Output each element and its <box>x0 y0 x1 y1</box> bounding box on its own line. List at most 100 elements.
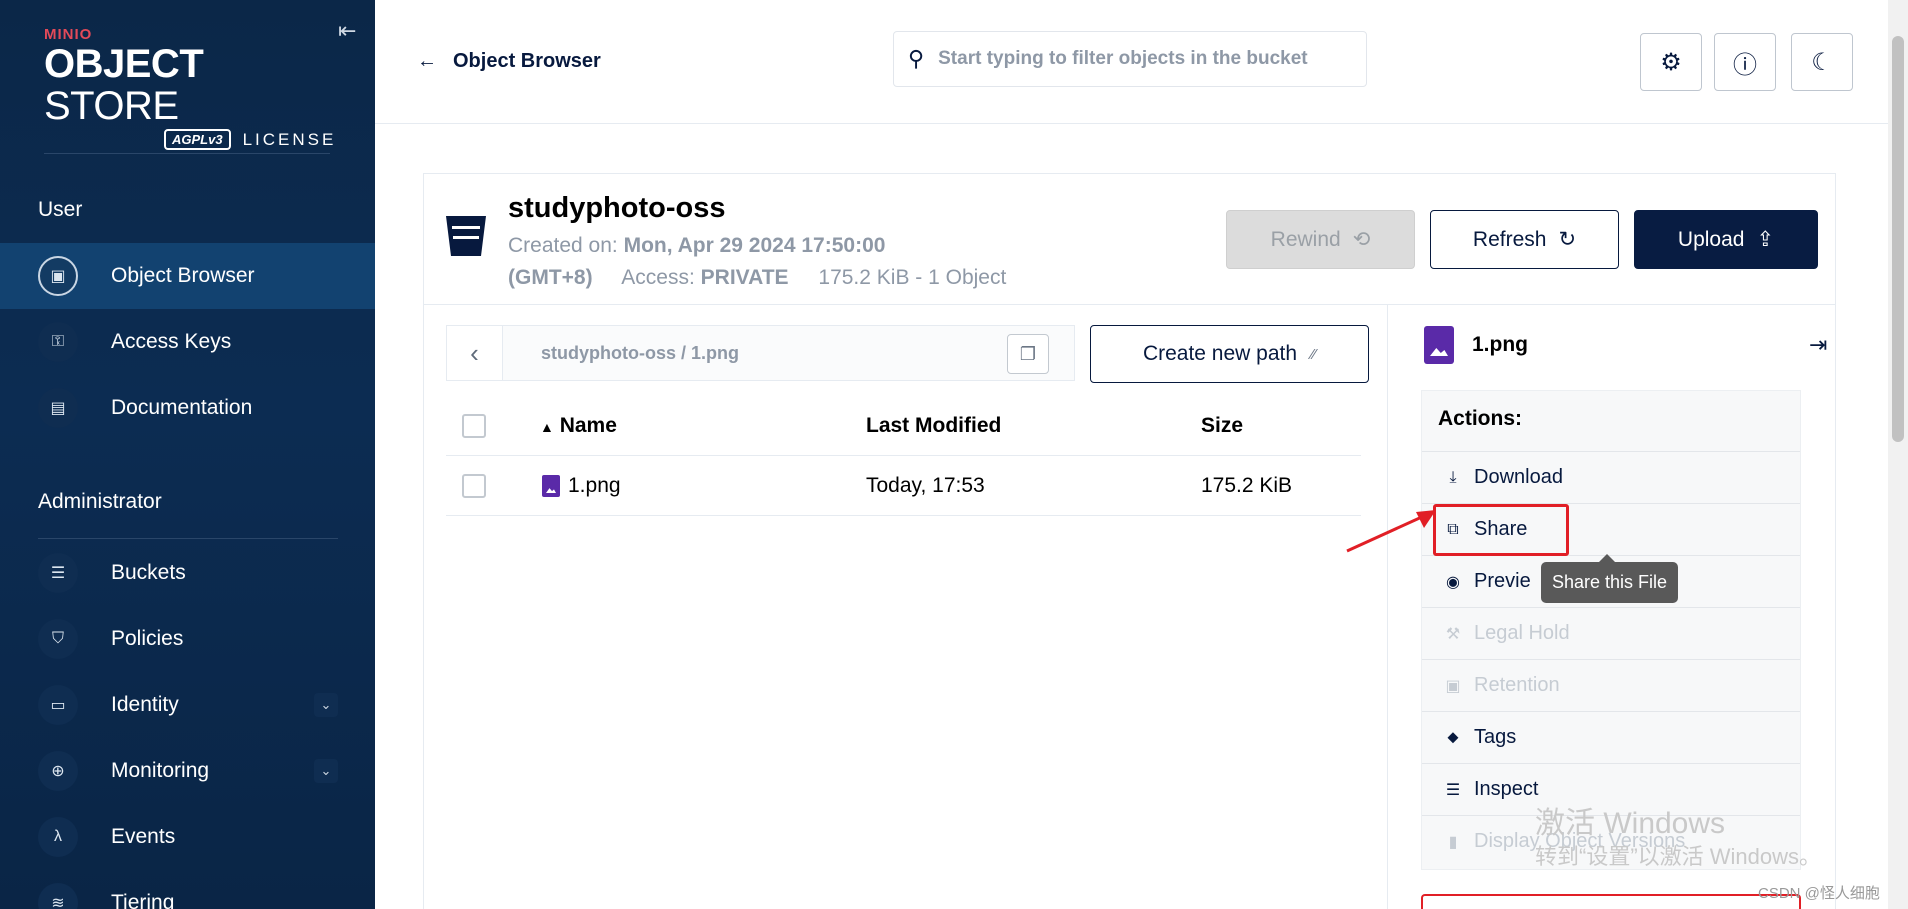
buckets-icon: ☰ <box>38 553 78 593</box>
sidebar-item-identity[interactable]: ▭ Identity ⌄ <box>0 672 375 738</box>
sidebar-item-label: Monitoring <box>111 759 210 782</box>
object-modified: Today, 17:53 <box>866 473 985 497</box>
access-keys-icon: ⚿ <box>38 322 78 362</box>
sidebar-item-tiering[interactable]: ≋ Tiering <box>0 870 375 909</box>
minio-logo[interactable]: MINIO OBJECT STORE AGPLv3 LICENSE <box>44 26 344 150</box>
sidebar-item-buckets[interactable]: ☰ Buckets <box>0 540 375 606</box>
history-icon: ⟲ <box>1352 228 1371 251</box>
scrollbar-thumb[interactable] <box>1892 36 1904 442</box>
sidebar-item-events[interactable]: λ Events <box>0 804 375 870</box>
eye-icon: ◉ <box>1446 573 1460 591</box>
policies-icon: ⛉ <box>38 619 78 659</box>
column-size[interactable]: Size <box>1201 414 1243 438</box>
search-input[interactable] <box>938 48 1339 70</box>
sidebar-item-label: Object Browser <box>111 264 255 287</box>
bucket-meta: (GMT+8) Access: PRIVATE 175.2 KiB - 1 Ob… <box>508 266 1006 290</box>
monitoring-icon: ⊕ <box>38 751 78 791</box>
access-label: Access: <box>621 266 701 289</box>
download-icon: ⤓ <box>1449 468 1457 486</box>
copy-icon: ❐ <box>1019 343 1037 364</box>
agpl-badge: AGPLv3 <box>164 129 231 150</box>
lambda-icon: λ <box>38 817 78 857</box>
help-icon: ⓘ <box>1733 51 1757 79</box>
search-box[interactable]: ⚲ <box>893 31 1367 87</box>
inspect-icon: ☰ <box>1445 781 1461 799</box>
panel-bottom-outline <box>1421 894 1801 909</box>
breadcrumb-back-button[interactable]: ‹ <box>447 326 503 380</box>
chevron-down-icon[interactable]: ⌄ <box>314 693 338 717</box>
breadcrumb: ‹ studyphoto-oss / 1.png ❐ <box>446 325 1075 381</box>
table-row[interactable]: 1.png Today, 17:53 175.2 KiB <box>446 456 1361 516</box>
chevron-down-icon[interactable]: ⌄ <box>314 759 338 783</box>
dark-mode-button[interactable]: ☾ <box>1791 33 1853 91</box>
refresh-icon: ↻ <box>1558 228 1577 251</box>
csdn-credit: CSDN @怪人细胞 <box>1758 885 1880 902</box>
divider <box>1387 305 1388 909</box>
help-button[interactable]: ⓘ <box>1714 33 1776 91</box>
actions-title: Actions: <box>1438 407 1522 430</box>
column-name[interactable]: ▲ Name <box>540 414 617 438</box>
bucket-created: Created on: Mon, Apr 29 2024 17:50:00 <box>508 234 886 257</box>
sidebar-item-label: Identity <box>111 693 179 716</box>
row-checkbox[interactable] <box>462 473 486 498</box>
action-download[interactable]: ⤓ Download <box>1422 451 1800 503</box>
identity-icon: ▭ <box>38 685 78 725</box>
close-details-icon[interactable]: ⇥ <box>1809 332 1827 358</box>
bucket-header: studyphoto-oss Created on: Mon, Apr 29 2… <box>424 174 1835 305</box>
collapse-sidebar-icon[interactable]: ⇤ <box>338 18 356 44</box>
divider <box>38 538 338 539</box>
share-highlight-box <box>1433 504 1569 556</box>
copy-path-button[interactable]: ❐ <box>1007 334 1049 374</box>
bucket-name: studyphoto-oss <box>508 192 726 224</box>
object-browser-icon: ▣ <box>38 256 78 296</box>
section-title-administrator: Administrator <box>38 490 162 513</box>
object-name[interactable]: 1.png <box>542 474 621 498</box>
sidebar-item-label: Buckets <box>111 561 186 584</box>
create-new-path-button[interactable]: Create new path ⁄⁄ <box>1090 325 1369 383</box>
upload-icon: ⇪ <box>1756 228 1775 251</box>
select-all-checkbox[interactable] <box>462 413 486 438</box>
sort-asc-icon: ▲ <box>540 418 554 435</box>
documentation-icon: ▤ <box>38 388 78 428</box>
action-retention: ▣ Retention <box>1422 659 1800 711</box>
sidebar-item-monitoring[interactable]: ⊕ Monitoring ⌄ <box>0 738 375 804</box>
action-tags[interactable]: ⬥ Tags <box>1422 711 1800 763</box>
divider <box>44 153 330 154</box>
bucket-icon <box>446 216 486 256</box>
tag-icon: ⬥ <box>1447 728 1459 746</box>
upload-button[interactable]: Upload ⇪ <box>1634 210 1818 269</box>
table-header: ▲ Name Last Modified Size <box>446 396 1361 456</box>
retention-icon: ▣ <box>1445 677 1461 695</box>
gear-icon: ⚙ <box>1660 48 1682 76</box>
red-arrow-annotation <box>1346 510 1436 553</box>
sidebar-item-object-browser[interactable]: ▣ Object Browser <box>0 243 375 309</box>
back-to-object-browser-link[interactable]: ← Object Browser <box>417 50 601 73</box>
topbar: ← Object Browser ⚲ ⚙ ⓘ ☾ <box>375 0 1908 124</box>
arrow-left-icon: ← <box>417 50 437 72</box>
bucket-usage: 175.2 KiB - 1 Object <box>818 266 1007 289</box>
access-value: PRIVATE <box>700 266 789 289</box>
image-file-icon <box>1424 326 1454 364</box>
bucket-timezone: (GMT+8) <box>508 266 593 289</box>
back-link-label: Object Browser <box>453 50 601 72</box>
refresh-button[interactable]: Refresh ↻ <box>1430 210 1619 269</box>
sidebar-item-label: Policies <box>111 627 184 650</box>
sidebar-item-documentation[interactable]: ▤ Documentation <box>0 375 375 441</box>
breadcrumb-path[interactable]: studyphoto-oss / 1.png <box>541 343 739 364</box>
moon-icon: ☾ <box>1811 48 1833 76</box>
sidebar-item-policies[interactable]: ⛉ Policies <box>0 606 375 672</box>
rewind-button[interactable]: Rewind ⟲ <box>1226 210 1415 269</box>
search-icon: ⚲ <box>908 46 925 71</box>
page-scrollbar[interactable] <box>1888 0 1908 909</box>
section-title-user: User <box>38 198 83 221</box>
logo-license: AGPLv3 LICENSE <box>164 129 344 150</box>
sidebar-item-access-keys[interactable]: ⚿ Access Keys <box>0 309 375 375</box>
sidebar-item-label: Events <box>111 825 176 848</box>
chevron-left-icon: ‹ <box>470 337 479 368</box>
settings-button[interactable]: ⚙ <box>1640 33 1702 91</box>
sidebar: MINIO OBJECT STORE AGPLv3 LICENSE ⇤ User… <box>0 0 375 909</box>
image-file-icon <box>542 474 560 497</box>
gavel-icon: ⚒ <box>1445 625 1461 643</box>
action-legal-hold: ⚒ Legal Hold <box>1422 607 1800 659</box>
column-last-modified[interactable]: Last Modified <box>866 414 1001 438</box>
